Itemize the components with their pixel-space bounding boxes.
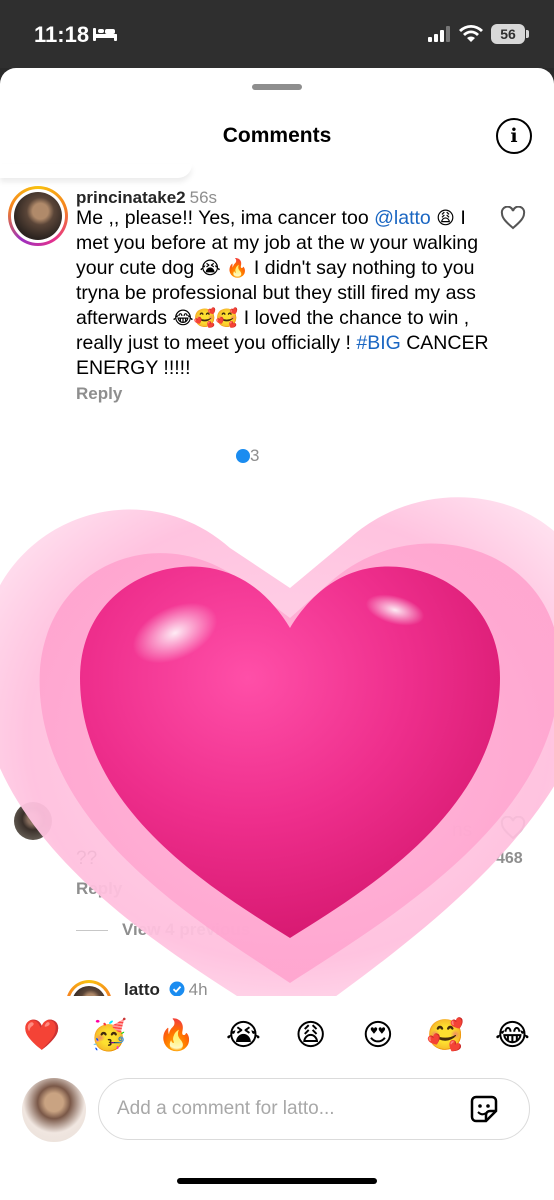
username-text[interactable]: princinatake2 [76,188,186,207]
status-bar: 11:18 56 [0,0,554,68]
info-icon[interactable]: i [496,118,532,154]
reaction-heart[interactable]: ❤️ [19,1012,65,1058]
avatar[interactable] [8,186,68,246]
heart-reaction-animation [0,497,554,1030]
battery-tip [526,30,529,38]
comment-text: Me ,, please!! Yes, ima cancer too @latt… [76,207,489,379]
reaction-heart-eyes[interactable]: 😍 [355,1012,401,1058]
composer-panel: ❤️ 🥳 🔥 😭 😩 😍 🥰 😂 [0,996,554,1200]
battery-icon: 56 [491,24,525,44]
reaction-fire[interactable]: 🔥 [153,1012,199,1058]
wifi-icon [459,25,483,42]
reaction-crying-face[interactable]: 😭 [220,1012,266,1058]
hashtag-link[interactable]: #BIG [356,332,400,354]
reply-button[interactable]: Reply [76,384,122,404]
sticker-icon[interactable] [466,1091,502,1127]
sheet-title: Comments [222,124,332,147]
signal-icon [428,26,450,42]
mention-link[interactable]: @latto [374,207,431,229]
reaction-party-face[interactable]: 🥳 [86,1012,132,1058]
like-heart-icon[interactable] [500,206,526,230]
header-divider [0,164,192,178]
reaction-weary-face[interactable]: 😩 [288,1012,334,1058]
home-indicator [177,1178,377,1184]
status-time: 11:18 [34,22,90,47]
composer-avatar [22,1078,86,1142]
comments-sheet: Comments i princinatake2 56s Me ,, please… [0,68,554,1200]
reaction-smiling-hearts[interactable]: 🥰 [422,1012,468,1058]
quick-reaction-bar: ❤️ 🥳 🔥 😭 😩 😍 🥰 😂 [0,1008,554,1062]
comment-time: 56s [189,188,218,207]
sheet-grabber[interactable] [252,84,302,90]
bed-icon [93,28,117,41]
comment-time-partial: 3 [232,446,259,466]
comment-username[interactable]: princinatake2 56s [76,188,217,208]
reaction-tears-of-joy[interactable]: 😂 [489,1012,535,1058]
